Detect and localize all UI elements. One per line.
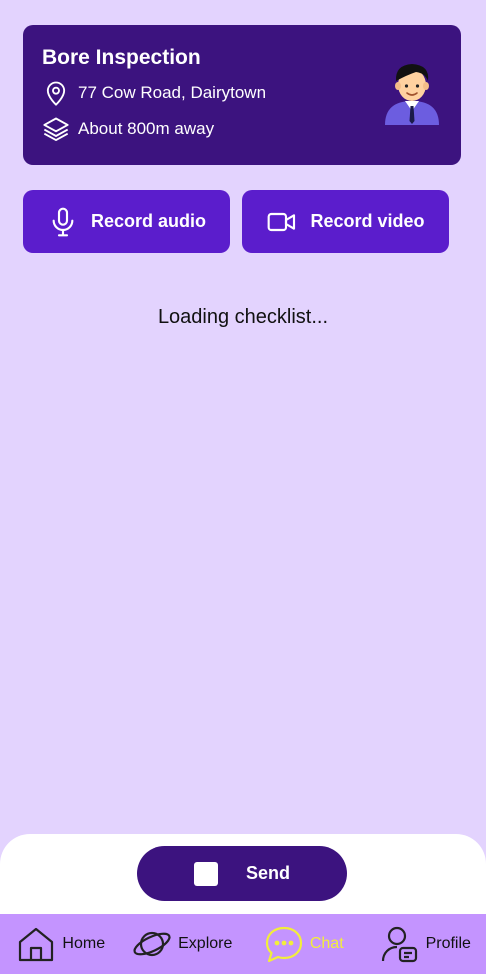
layers-icon (43, 117, 69, 142)
job-distance: About 800m away (78, 119, 215, 138)
record-audio-label: Record audio (90, 211, 206, 231)
avatar-icon (385, 64, 439, 125)
send-panel: Send (0, 834, 486, 916)
home-icon (19, 927, 54, 962)
nav-item-chat[interactable]: Chat (243, 914, 365, 974)
record-video-button[interactable]: Record video (242, 190, 449, 253)
send-checkbox-icon (193, 861, 218, 886)
bottom-nav: Home Explore Chat Profile (0, 914, 486, 974)
job-card: Bore Inspection 77 Cow Road, Dairytown A… (23, 25, 461, 165)
record-audio-button[interactable]: Record audio (23, 190, 230, 253)
nav-item-home[interactable]: Home (0, 914, 122, 974)
nav-label-profile: Profile (425, 935, 471, 952)
chat-bubble-icon (265, 926, 302, 963)
nav-item-profile[interactable]: Profile (365, 914, 486, 974)
send-label: Send (245, 863, 290, 883)
record-video-label: Record video (310, 211, 425, 231)
send-button[interactable]: Send (137, 846, 347, 901)
profile-icon (381, 926, 417, 963)
planet-icon (133, 931, 171, 957)
address-row: 77 Cow Road, Dairytown (42, 79, 442, 107)
job-title: Bore Inspection (42, 46, 201, 69)
microphone-icon (52, 207, 74, 236)
nav-label-chat: Chat (309, 935, 344, 952)
nav-label-explore: Explore (178, 935, 233, 952)
video-camera-icon (268, 212, 296, 231)
nav-label-home: Home (62, 935, 106, 952)
loading-message: Loading checklist... (157, 306, 329, 328)
location-pin-icon (46, 81, 66, 106)
job-address: 77 Cow Road, Dairytown (78, 83, 267, 102)
nav-item-explore[interactable]: Explore (122, 914, 244, 974)
distance-row: About 800m away (42, 115, 442, 143)
